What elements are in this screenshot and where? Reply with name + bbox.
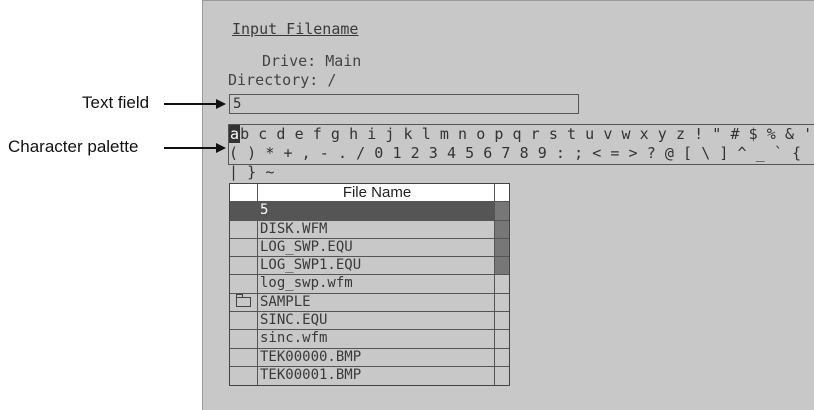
dialog-title: Input Filename	[232, 20, 359, 38]
row-icon-cell	[230, 220, 258, 238]
file-name-cell[interactable]: LOG_SWP.EQU	[258, 238, 495, 257]
file-name-cell[interactable]: SAMPLE	[258, 293, 495, 312]
directory-label: Directory: /	[228, 71, 337, 89]
scrollbar-track[interactable]	[495, 294, 509, 311]
file-name-cell[interactable]: LOG_SWP1.EQU	[258, 257, 495, 275]
callout-line-palette	[164, 147, 216, 149]
row-icon-cell	[230, 330, 258, 348]
callout-text-field: Text field	[82, 93, 150, 112]
callout-line-text-field	[164, 103, 216, 105]
table-row[interactable]: LOG_SWP.EQU	[230, 238, 509, 258]
callout-arrow-text-field	[216, 99, 226, 109]
row-icon-cell	[230, 275, 258, 293]
file-name-cell[interactable]: log_swp.wfm	[258, 275, 495, 293]
callout-character-palette: Character palette	[8, 137, 139, 156]
file-name-header[interactable]: File Name	[258, 184, 495, 202]
scrollbar-thumb[interactable]	[495, 220, 509, 238]
scrollbar-thumb[interactable]	[495, 257, 509, 275]
filename-text-field[interactable]: 5	[229, 94, 579, 114]
palette-row-2[interactable]: ( ) * + , - . / 0 1 2 3 4 5 6 7 8 9 : ; …	[229, 144, 814, 182]
scrollbar-track[interactable]	[495, 312, 509, 329]
header-icon-cell	[230, 184, 258, 202]
scrollbar-track[interactable]	[495, 349, 509, 366]
scrollbar-thumb[interactable]	[495, 202, 509, 220]
row-icon-cell	[230, 202, 258, 220]
scrollbar-track[interactable]	[495, 367, 509, 385]
scrollbar-track[interactable]	[495, 330, 509, 347]
scrollbar-thumb[interactable]	[495, 238, 509, 257]
table-row[interactable]: log_swp.wfm	[230, 275, 509, 294]
file-name-cell[interactable]: TEK00001.BMP	[258, 366, 495, 386]
scrollbar-track[interactable]	[495, 275, 509, 292]
table-row[interactable]: TEK00001.BMP	[230, 366, 509, 386]
table-header-row: File Name	[230, 184, 509, 203]
palette-row-1[interactable]: ab c d e f g h i j k l m n o p q r s t u…	[229, 125, 814, 144]
folder-icon	[236, 294, 251, 308]
file-name-cell[interactable]: SINC.EQU	[258, 312, 495, 330]
table-row[interactable]: DISK.WFM	[230, 220, 509, 239]
file-list-table[interactable]: File Name 5 DISK.WFM LOG_SWP.EQU LOG_SWP…	[229, 183, 510, 387]
scrollbar-top-cell	[495, 184, 509, 202]
file-name-cell[interactable]: TEK00000.BMP	[258, 348, 495, 366]
file-name-cell[interactable]: 5	[258, 202, 495, 220]
file-name-cell[interactable]: sinc.wfm	[258, 330, 495, 348]
row-icon-cell	[230, 238, 258, 257]
character-palette[interactable]: ab c d e f g h i j k l m n o p q r s t u…	[229, 125, 814, 182]
row-icon-cell	[230, 312, 258, 330]
table-row[interactable]: LOG_SWP1.EQU	[230, 257, 509, 276]
table-row[interactable]: 5	[230, 202, 509, 221]
row-icon-cell	[230, 293, 258, 312]
drive-label: Drive: Main	[262, 52, 362, 70]
palette-row-1-chars[interactable]: b c d e f g h i j k l m n o p q r s t u …	[240, 125, 812, 143]
palette-selected-char[interactable]: a	[229, 125, 241, 143]
file-name-cell[interactable]: DISK.WFM	[258, 220, 495, 238]
callout-arrow-palette	[216, 143, 226, 153]
table-row[interactable]: sinc.wfm	[230, 330, 509, 349]
table-row[interactable]: SINC.EQU	[230, 312, 509, 331]
table-row[interactable]: SAMPLE	[230, 293, 509, 313]
row-icon-cell	[230, 366, 258, 386]
row-icon-cell	[230, 257, 258, 275]
table-row[interactable]: TEK00000.BMP	[230, 348, 509, 367]
row-icon-cell	[230, 348, 258, 366]
